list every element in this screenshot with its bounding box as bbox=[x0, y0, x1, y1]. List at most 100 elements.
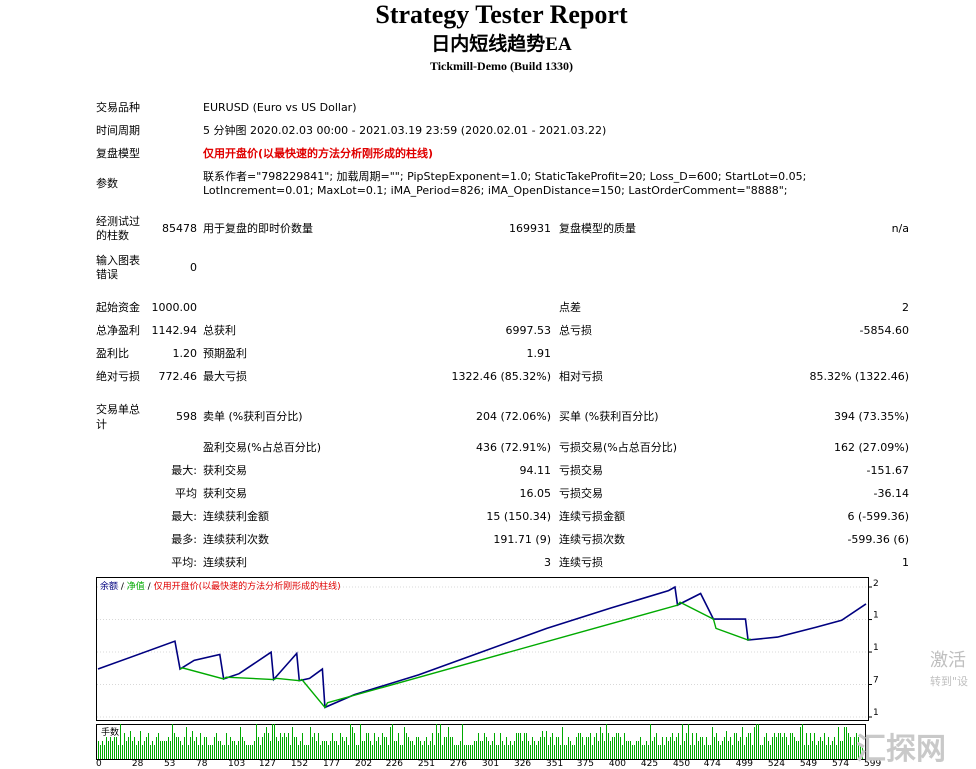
volume-bar bbox=[670, 737, 671, 759]
volume-bar bbox=[566, 745, 567, 759]
volume-bar bbox=[132, 741, 133, 759]
volume-bar bbox=[336, 741, 337, 759]
volume-bar bbox=[598, 741, 599, 759]
volume-bar bbox=[576, 737, 577, 759]
volume-bar bbox=[678, 733, 679, 759]
volume-bar bbox=[638, 741, 639, 759]
maximum-label: 最大: bbox=[171, 510, 197, 523]
volume-bar bbox=[216, 733, 217, 759]
volume-bar bbox=[290, 745, 291, 759]
volume-bar bbox=[308, 745, 309, 759]
volume-bar bbox=[146, 737, 147, 759]
average-profit-label: 获利交易 bbox=[203, 487, 247, 500]
volume-bar bbox=[134, 737, 135, 759]
y-tick-label: 734 bbox=[873, 676, 878, 686]
report-server: Tickmill-Demo (Build 1330) bbox=[429, 59, 574, 73]
legend-model: 仅用开盘价(以最快速的方法分析刚形成的柱线) bbox=[153, 582, 341, 592]
volume-bar bbox=[452, 737, 453, 759]
volume-bar bbox=[302, 733, 303, 759]
volume-bar bbox=[622, 745, 623, 759]
volume-bar bbox=[686, 733, 687, 759]
total-trades-label-1: 交易单总 bbox=[96, 403, 140, 416]
volume-bar bbox=[188, 745, 189, 759]
volume-bar bbox=[234, 741, 235, 759]
volume-bar bbox=[538, 741, 539, 759]
volume-bar bbox=[530, 745, 531, 759]
volume-chart-svg bbox=[96, 719, 866, 760]
average-loss-label: 亏损交易 bbox=[559, 487, 603, 500]
volume-bar bbox=[742, 727, 743, 759]
volume-bar bbox=[288, 733, 289, 759]
x-tick-label: 152 bbox=[290, 759, 309, 769]
largest-profit-label: 获利交易 bbox=[203, 464, 247, 477]
volume-bar bbox=[358, 745, 359, 759]
volume-bar bbox=[776, 737, 777, 759]
volume-bar bbox=[314, 733, 315, 759]
volume-bar bbox=[320, 745, 321, 759]
volume-bar bbox=[626, 741, 627, 759]
volume-bar bbox=[380, 745, 381, 759]
volume-bar bbox=[752, 745, 753, 759]
volume-bar bbox=[698, 741, 699, 759]
volume-bar bbox=[726, 731, 727, 759]
volume-bar bbox=[424, 741, 425, 759]
volume-bar bbox=[676, 737, 677, 759]
volume-bar bbox=[764, 737, 765, 759]
volume-bar bbox=[634, 745, 635, 759]
volume-bar bbox=[346, 737, 347, 759]
volume-bar bbox=[436, 719, 437, 759]
volume-bar bbox=[614, 737, 615, 759]
volume-bar bbox=[800, 727, 801, 759]
volume-bar bbox=[504, 745, 505, 759]
volume-bar bbox=[612, 737, 613, 759]
volume-bar bbox=[332, 733, 333, 759]
x-tick-label: 524 bbox=[767, 759, 786, 769]
volume-bar bbox=[338, 745, 339, 759]
max-consecutive-wins-label: 连续获利金额 bbox=[203, 510, 269, 523]
volume-bar bbox=[244, 741, 245, 759]
volume-bar bbox=[616, 733, 617, 759]
volume-bar bbox=[230, 737, 231, 759]
short-positions-label: 卖单 (%获利百分比) bbox=[203, 410, 303, 423]
volume-bar bbox=[440, 723, 441, 759]
deposit-label: 起始资金 bbox=[96, 301, 140, 314]
volume-bar bbox=[782, 737, 783, 759]
volume-bar bbox=[640, 737, 641, 759]
volume-bar bbox=[664, 745, 665, 759]
volume-bar bbox=[222, 745, 223, 759]
params-line-1: 联系作者="798229841"; 加载周期=""; PipStepExpone… bbox=[203, 170, 807, 183]
volume-bar bbox=[712, 727, 713, 759]
volume-bar bbox=[318, 733, 319, 759]
net-profit-label: 总净盈利 bbox=[96, 324, 140, 337]
volume-bar bbox=[164, 741, 165, 759]
volume-bar bbox=[250, 745, 251, 759]
volume-bar bbox=[506, 737, 507, 759]
volume-bar bbox=[584, 745, 585, 759]
quality-label: 复盘模型的质量 bbox=[559, 222, 636, 235]
model-label: 复盘模型 bbox=[96, 147, 140, 160]
volume-bar bbox=[604, 741, 605, 759]
volume-bar bbox=[658, 745, 659, 759]
volume-bar bbox=[280, 733, 281, 759]
volume-bar bbox=[420, 741, 421, 759]
volume-bar bbox=[654, 737, 655, 759]
volume-bar bbox=[150, 745, 151, 759]
volume-bar bbox=[606, 719, 607, 759]
volume-bar bbox=[550, 737, 551, 759]
volume-bar bbox=[228, 745, 229, 759]
volume-bar bbox=[484, 733, 485, 759]
volume-bar bbox=[270, 741, 271, 759]
symbol-value: EURUSD (Euro vs US Dollar) bbox=[203, 101, 357, 114]
volume-bar bbox=[488, 741, 489, 759]
volume-bar bbox=[282, 737, 283, 759]
volume-bar bbox=[300, 741, 301, 759]
volume-bar bbox=[706, 737, 707, 759]
volume-bar bbox=[702, 737, 703, 759]
volume-bar bbox=[176, 737, 177, 759]
volume-label: 手数 bbox=[101, 728, 120, 738]
volume-bar bbox=[836, 745, 837, 759]
volume-bar bbox=[470, 745, 471, 759]
volume-bar bbox=[568, 737, 569, 759]
volume-bar bbox=[772, 737, 773, 759]
avg-consecutive-wins-label: 连续获利 bbox=[203, 556, 247, 569]
